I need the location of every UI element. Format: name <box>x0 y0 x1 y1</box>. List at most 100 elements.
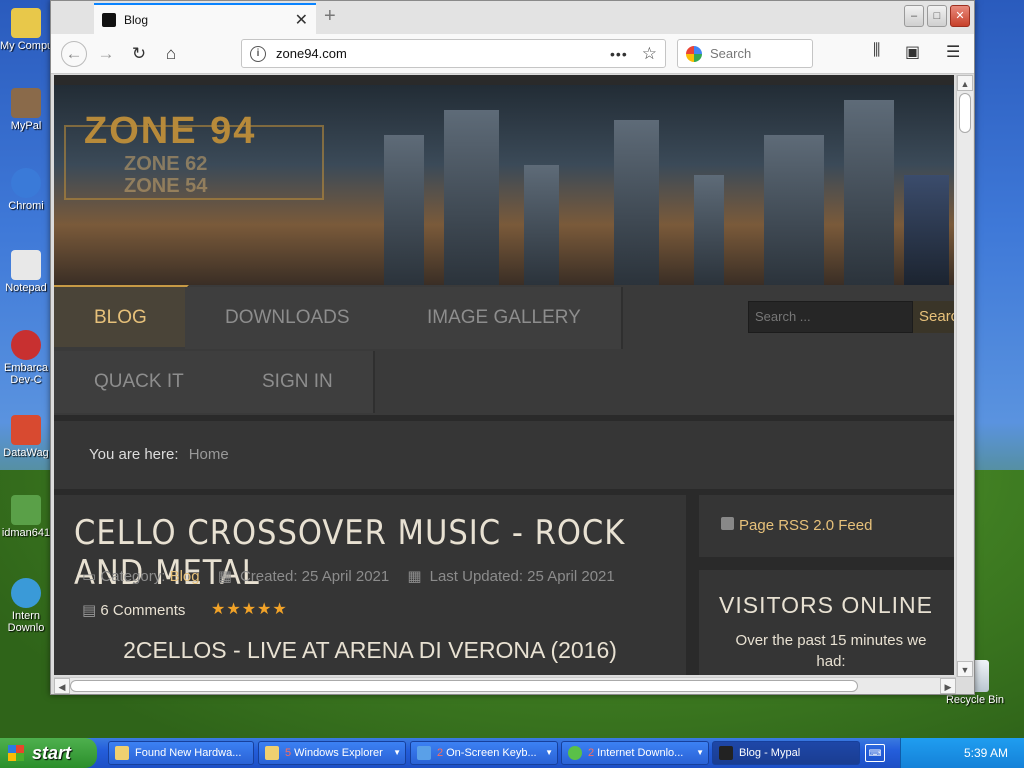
star-icon[interactable]: ★ <box>211 601 226 618</box>
page-actions-icon[interactable]: ••• <box>610 46 628 62</box>
notepad-icon <box>11 250 41 280</box>
star-icon[interactable]: ★ <box>226 601 241 618</box>
desktop-icon-embarcadero[interactable]: Embarca Dev-C <box>0 330 52 386</box>
banner-building <box>694 175 724 285</box>
computer-icon <box>11 8 41 38</box>
rating-stars[interactable]: ★★★★★ <box>211 599 288 619</box>
menu-item-downloads[interactable]: DOWNLOADS <box>185 287 392 349</box>
visitors-text: Over the past 15 minutes we had: <box>735 632 927 670</box>
scroll-left-arrow-icon[interactable]: ◀ <box>54 678 70 694</box>
desktop-icon-idman[interactable]: idman641 <box>0 495 52 539</box>
site-search-button[interactable]: Search <box>913 301 954 333</box>
globe-icon <box>568 746 582 760</box>
task-windows-explorer[interactable]: 5 Windows Explorer ▼ <box>258 741 406 765</box>
site-logo[interactable]: ZONE 94 <box>84 110 256 153</box>
banner-building <box>524 165 559 285</box>
category-label: Category: <box>100 568 166 585</box>
browser-search-input[interactable]: Search <box>677 39 813 68</box>
chromium-icon <box>11 168 41 198</box>
idm-icon <box>11 495 41 525</box>
maximize-button[interactable]: □ <box>927 5 947 27</box>
chevron-down-icon: ▼ <box>545 748 553 757</box>
start-label: start <box>32 743 72 763</box>
page-content: ZONE 94 ZONE 62 ZONE 54 BLOG DOWNLOADS I… <box>54 75 954 675</box>
banner-building <box>384 135 424 285</box>
minimize-button[interactable]: ‒ <box>904 5 924 27</box>
favicon-icon <box>102 12 116 27</box>
tab-close-icon[interactable]: ✕ <box>295 10 308 30</box>
reload-button[interactable]: ↻ <box>126 42 152 66</box>
task-blog-mypal[interactable]: Blog - Mypal <box>712 741 860 765</box>
task-on-screen-keyboard[interactable]: 2 On-Screen Keyb... ▼ <box>410 741 558 765</box>
desktop-icon-notepad[interactable]: Notepad <box>0 250 52 294</box>
search-placeholder: Search <box>710 46 752 61</box>
task-found-new-hardware[interactable]: Found New Hardwa... <box>108 741 254 765</box>
devcpp-icon <box>11 330 41 360</box>
desktop-icon-label: MyPal <box>10 120 42 132</box>
visitors-heading: VISITORS ONLINE <box>719 592 933 618</box>
info-icon[interactable]: i <box>250 45 266 62</box>
logo-sub-line: ZONE 54 <box>124 175 208 197</box>
breadcrumb: You are here: Home <box>54 421 954 489</box>
sidebar-icon[interactable]: ▣ <box>905 42 920 62</box>
scroll-down-arrow-icon[interactable]: ▼ <box>957 661 973 677</box>
mypal-icon <box>719 746 733 760</box>
star-icon[interactable]: ★ <box>257 601 272 618</box>
breadcrumb-home-link[interactable]: Home <box>189 446 229 463</box>
comment-icon: ▤ <box>82 602 97 619</box>
tab-bar: Blog ✕ + ‒ □ ✕ <box>51 1 974 34</box>
rss-feed-link[interactable]: Page RSS 2.0 Feed <box>739 517 872 534</box>
comments-count: 6 Comments <box>100 602 186 619</box>
keyboard-tray-icon[interactable]: ⌨ <box>865 744 885 762</box>
back-button[interactable]: ← <box>61 41 87 67</box>
task-count: 5 <box>285 747 292 759</box>
desktop-icon-label: DataWag <box>3 447 49 459</box>
menu-item-blog[interactable]: BLOG <box>54 285 189 347</box>
start-button[interactable]: start <box>0 738 97 768</box>
site-search-input[interactable]: Search ... <box>748 301 913 333</box>
library-icon[interactable]: ⫼ <box>873 42 880 60</box>
desktop-icon-my-computer[interactable]: My Compu <box>0 8 52 52</box>
comments-link[interactable]: ▤ 6 Comments <box>82 601 185 619</box>
site-banner: ZONE 94 ZONE 62 ZONE 54 <box>54 85 954 285</box>
home-button[interactable]: ⌂ <box>158 42 184 66</box>
keyboard-icon <box>417 746 431 760</box>
menu-icon[interactable]: ☰ <box>946 42 960 62</box>
scroll-thumb[interactable] <box>959 93 971 133</box>
banner-building <box>614 120 659 285</box>
banner-building <box>444 110 499 285</box>
new-tab-button[interactable]: + <box>324 5 336 28</box>
tab-blog[interactable]: Blog ✕ <box>94 3 316 34</box>
banner-building <box>764 135 824 285</box>
desktop-icon-datawag[interactable]: DataWag <box>0 415 52 459</box>
hardware-icon <box>115 746 129 760</box>
nav-bar: ← → ↻ ⌂ i zone94.com ••• ☆ Search ⫼ ▣ ☰ <box>51 34 974 74</box>
task-internet-download[interactable]: 2 Internet Downlo... ▼ <box>561 741 709 765</box>
desktop-icon-mypal[interactable]: MyPal <box>0 88 52 132</box>
scroll-right-arrow-icon[interactable]: ▶ <box>940 678 956 694</box>
menu-item-image-gallery[interactable]: IMAGE GALLERY <box>387 287 623 349</box>
horizontal-scrollbar[interactable]: ◀ ▶ <box>54 677 956 694</box>
desktop-icon-chromium[interactable]: Chromi <box>0 168 52 212</box>
menu-item-quack-it[interactable]: QUACK IT <box>54 351 226 413</box>
forward-button[interactable]: → <box>93 42 119 66</box>
logo-sub-line: ZONE 62 <box>124 153 208 175</box>
star-icon[interactable]: ★ <box>272 601 287 618</box>
clock[interactable]: 5:39 AM <box>964 746 1008 760</box>
scroll-up-arrow-icon[interactable]: ▲ <box>957 75 973 91</box>
category-link[interactable]: Blog <box>170 568 200 585</box>
vertical-scrollbar[interactable]: ▲ ▼ <box>956 75 973 677</box>
folder-icon <box>265 746 279 760</box>
desktop-icon-label: Embarca Dev-C <box>3 362 49 386</box>
task-count: 2 <box>437 747 444 759</box>
bookmark-star-icon[interactable]: ☆ <box>642 44 657 64</box>
star-icon[interactable]: ★ <box>242 601 257 618</box>
hscroll-thumb[interactable] <box>70 680 858 692</box>
desktop-icon-internet-download[interactable]: Intern Downlo <box>0 578 52 634</box>
url-bar[interactable]: i zone94.com ••• ☆ <box>241 39 666 68</box>
rss-feed-module[interactable]: Page RSS 2.0 Feed <box>699 495 954 557</box>
close-button[interactable]: ✕ <box>950 5 970 27</box>
globe-icon <box>11 578 41 608</box>
menu-item-sign-in[interactable]: SIGN IN <box>222 351 375 413</box>
banner-building <box>904 175 949 285</box>
